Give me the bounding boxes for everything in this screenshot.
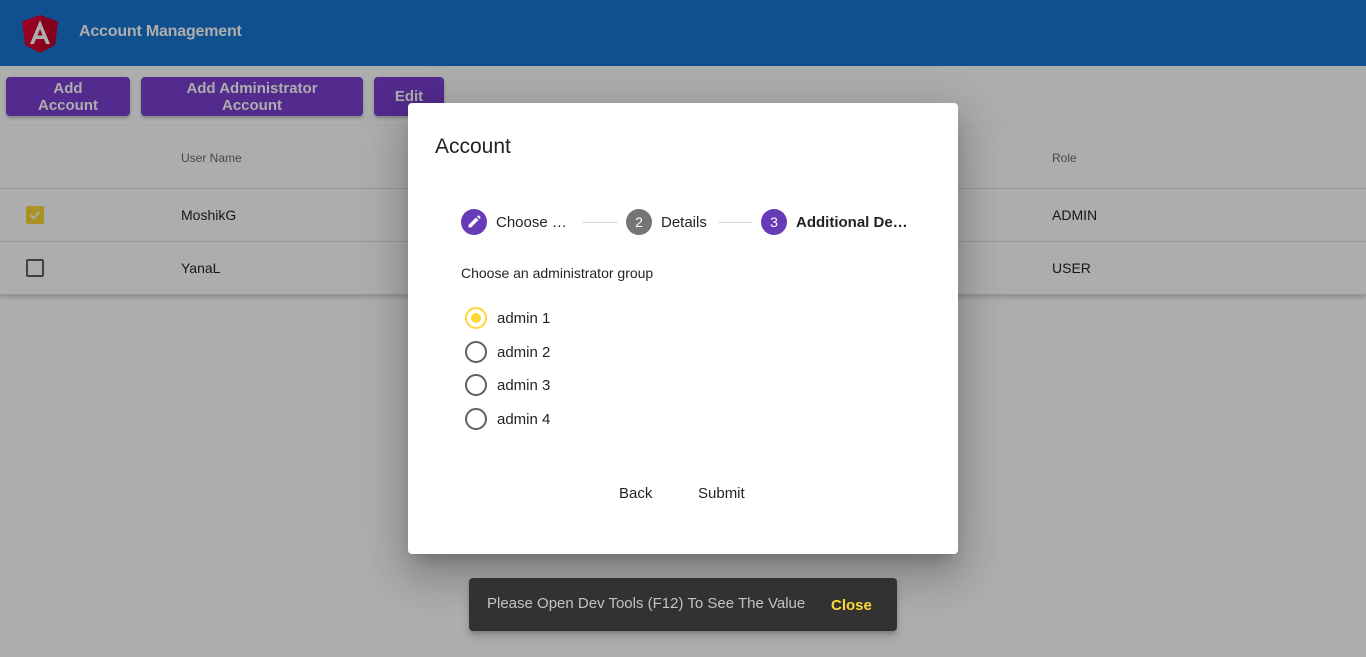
step-label: Choose S… [496, 213, 572, 231]
step-label: Details [661, 213, 707, 231]
admin-group-label: Choose an administrator group [461, 265, 654, 281]
stepper-step-additional-details[interactable]: 3 Additional Det… [761, 209, 908, 235]
account-dialog: Account Choose S… 2 Details 3 Additional… [408, 103, 958, 554]
step-connector [718, 222, 752, 223]
radio-admin-2[interactable]: admin 2 [465, 340, 550, 364]
radio-button[interactable] [465, 408, 487, 430]
step-number: 3 [761, 209, 787, 235]
stepper-step-choose[interactable]: Choose S… [461, 209, 572, 235]
dialog-title: Account [435, 135, 511, 158]
page: Account Management Add Account Add Admin… [0, 0, 1366, 657]
radio-button[interactable] [465, 341, 487, 363]
radio-admin-1[interactable]: admin 1 [465, 306, 550, 330]
step-label: Additional Det… [796, 213, 908, 231]
back-button[interactable]: Back [611, 475, 660, 511]
radio-admin-4[interactable]: admin 4 [465, 407, 550, 431]
radio-label[interactable]: admin 3 [497, 377, 550, 394]
radio-admin-3[interactable]: admin 3 [465, 373, 550, 397]
radio-button[interactable] [465, 374, 487, 396]
radio-label[interactable]: admin 2 [497, 344, 550, 361]
radio-dot [471, 313, 481, 323]
snackbar: Please Open Dev Tools (F12) To See The V… [469, 578, 897, 631]
radio-label[interactable]: admin 4 [497, 411, 550, 428]
radio-button[interactable] [465, 307, 487, 329]
stepper-step-details[interactable]: 2 Details [626, 209, 707, 235]
snackbar-close-button[interactable]: Close [821, 587, 882, 623]
radio-label[interactable]: admin 1 [497, 310, 550, 327]
step-connector [582, 222, 618, 223]
snackbar-message: Please Open Dev Tools (F12) To See The V… [487, 595, 806, 612]
step-number: 2 [626, 209, 652, 235]
pencil-icon [461, 209, 487, 235]
submit-button[interactable]: Submit [690, 475, 753, 511]
